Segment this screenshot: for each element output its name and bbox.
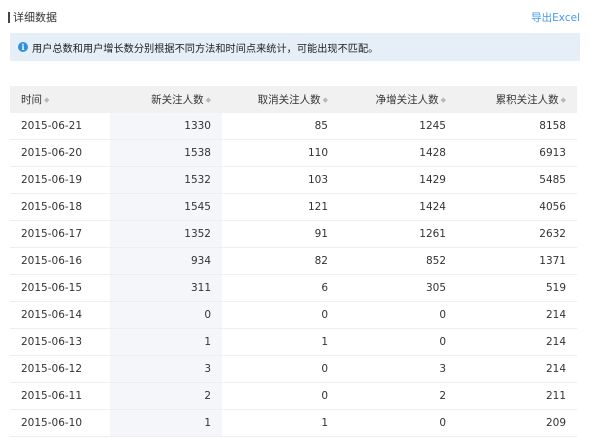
table-row: 2015-06-13 1 1 0 214	[10, 328, 577, 356]
cell-new-follows: 0	[110, 301, 222, 329]
cell-total-follows: 214	[457, 355, 577, 383]
cell-unfollows: 110	[222, 139, 339, 167]
column-header-new-follows[interactable]: 新关注人数 ◆	[110, 86, 222, 113]
cell-date: 2015-06-16	[10, 247, 110, 275]
notice-banner: i 用户总数和用户增长数分别根据不同方法和时间点来统计，可能出现不匹配。	[10, 33, 580, 61]
cell-unfollows: 6	[222, 274, 339, 302]
cell-new-follows: 1538	[110, 139, 222, 167]
cell-new-follows: 1352	[110, 220, 222, 248]
column-header-label: 累积关注人数	[495, 94, 559, 106]
cell-net-follows: 2	[339, 382, 457, 410]
table-header-row: 时间 ◆ 新关注人数 ◆ 取消关注人数 ◆ 净增关注人数 ◆ 累积关注人数 ◆	[10, 86, 577, 113]
table-row: 2015-06-20 1538 110 1428 6913	[10, 139, 577, 167]
export-excel-link[interactable]: 导出Excel	[531, 10, 580, 25]
sort-icon[interactable]: ◆	[206, 96, 211, 104]
table-row: 2015-06-19 1532 103 1429 5485	[10, 166, 577, 194]
section-title: 详细数据	[8, 9, 57, 25]
detail-data-table: 时间 ◆ 新关注人数 ◆ 取消关注人数 ◆ 净增关注人数 ◆ 累积关注人数 ◆ 2015-…	[10, 86, 577, 437]
cell-date: 2015-06-10	[10, 409, 110, 437]
column-header-net-follows[interactable]: 净增关注人数 ◆	[339, 86, 457, 113]
cell-new-follows: 3	[110, 355, 222, 383]
cell-total-follows: 519	[457, 274, 577, 302]
cell-new-follows: 1	[110, 328, 222, 356]
cell-net-follows: 3	[339, 355, 457, 383]
cell-net-follows: 1429	[339, 166, 457, 194]
cell-total-follows: 214	[457, 328, 577, 356]
cell-date: 2015-06-21	[10, 113, 110, 140]
column-header-label: 净增关注人数	[375, 94, 439, 106]
cell-unfollows: 82	[222, 247, 339, 275]
table-row: 2015-06-14 0 0 0 214	[10, 301, 577, 329]
cell-date: 2015-06-15	[10, 274, 110, 302]
cell-unfollows: 0	[222, 355, 339, 383]
table-row: 2015-06-12 3 0 3 214	[10, 355, 577, 383]
cell-total-follows: 2632	[457, 220, 577, 248]
cell-net-follows: 1261	[339, 220, 457, 248]
cell-unfollows: 0	[222, 301, 339, 329]
table-row: 2015-06-17 1352 91 1261 2632	[10, 220, 577, 248]
cell-new-follows: 1330	[110, 113, 222, 140]
cell-unfollows: 1	[222, 328, 339, 356]
panel-header: 详细数据 导出Excel	[0, 0, 600, 32]
column-header-label: 时间	[21, 94, 42, 106]
cell-new-follows: 1532	[110, 166, 222, 194]
cell-net-follows: 0	[339, 409, 457, 437]
cell-net-follows: 1428	[339, 139, 457, 167]
column-header-date[interactable]: 时间 ◆	[10, 86, 110, 113]
cell-unfollows: 0	[222, 382, 339, 410]
cell-unfollows: 1	[222, 409, 339, 437]
cell-net-follows: 0	[339, 301, 457, 329]
cell-new-follows: 1545	[110, 193, 222, 221]
cell-net-follows: 0	[339, 328, 457, 356]
column-header-label: 新关注人数	[151, 94, 204, 106]
cell-total-follows: 1371	[457, 247, 577, 275]
cell-date: 2015-06-17	[10, 220, 110, 248]
cell-total-follows: 211	[457, 382, 577, 410]
cell-unfollows: 85	[222, 113, 339, 140]
cell-unfollows: 103	[222, 166, 339, 194]
cell-new-follows: 934	[110, 247, 222, 275]
cell-date: 2015-06-18	[10, 193, 110, 221]
column-header-label: 取消关注人数	[257, 94, 321, 106]
table-row: 2015-06-15 311 6 305 519	[10, 274, 577, 302]
cell-net-follows: 305	[339, 274, 457, 302]
cell-new-follows: 2	[110, 382, 222, 410]
cell-net-follows: 1245	[339, 113, 457, 140]
column-header-total-follows[interactable]: 累积关注人数 ◆	[457, 86, 577, 113]
cell-date: 2015-06-12	[10, 355, 110, 383]
info-icon: i	[18, 42, 28, 52]
cell-unfollows: 121	[222, 193, 339, 221]
table-row: 2015-06-16 934 82 852 1371	[10, 247, 577, 275]
sort-icon[interactable]: ◆	[323, 96, 328, 104]
cell-net-follows: 852	[339, 247, 457, 275]
cell-total-follows: 209	[457, 409, 577, 437]
cell-unfollows: 91	[222, 220, 339, 248]
section-title-text: 详细数据	[13, 11, 57, 24]
cell-total-follows: 5485	[457, 166, 577, 194]
cell-date: 2015-06-13	[10, 328, 110, 356]
cell-total-follows: 4056	[457, 193, 577, 221]
sort-icon[interactable]: ◆	[441, 96, 446, 104]
table-row: 2015-06-18 1545 121 1424 4056	[10, 193, 577, 221]
cell-total-follows: 214	[457, 301, 577, 329]
table-row: 2015-06-10 1 1 0 209	[10, 409, 577, 437]
table-row: 2015-06-11 2 0 2 211	[10, 382, 577, 410]
cell-date: 2015-06-19	[10, 166, 110, 194]
table-row: 2015-06-21 1330 85 1245 8158	[10, 113, 577, 140]
column-header-unfollows[interactable]: 取消关注人数 ◆	[222, 86, 339, 113]
cell-total-follows: 6913	[457, 139, 577, 167]
cell-date: 2015-06-11	[10, 382, 110, 410]
sort-icon[interactable]: ◆	[44, 96, 49, 104]
cell-net-follows: 1424	[339, 193, 457, 221]
notice-text: 用户总数和用户增长数分别根据不同方法和时间点来统计，可能出现不匹配。	[32, 43, 379, 55]
cell-date: 2015-06-14	[10, 301, 110, 329]
cell-new-follows: 1	[110, 409, 222, 437]
cell-new-follows: 311	[110, 274, 222, 302]
sort-icon[interactable]: ◆	[561, 96, 566, 104]
cell-total-follows: 8158	[457, 113, 577, 140]
cell-date: 2015-06-20	[10, 139, 110, 167]
title-marker	[8, 11, 10, 23]
